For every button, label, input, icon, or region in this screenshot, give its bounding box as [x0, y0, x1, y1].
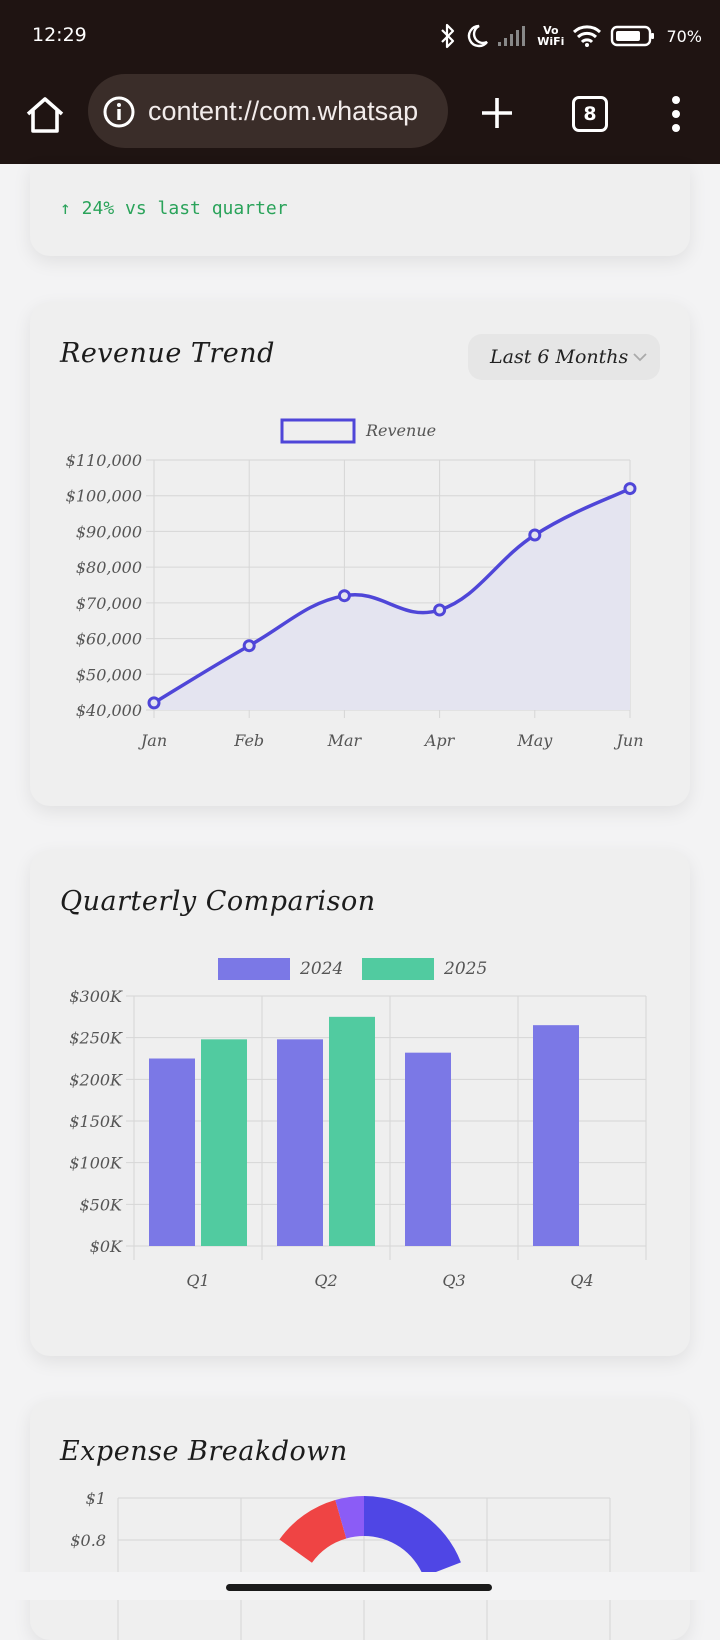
bar-2024-Q2 — [277, 1039, 323, 1246]
battery-percent: 70% — [666, 26, 702, 46]
y-tick-label: $70,000 — [76, 594, 142, 613]
tabs-button[interactable]: 8 — [572, 96, 608, 132]
kpi-card: ↑ 24% vs last quarter — [30, 164, 690, 256]
x-tick-label: Apr — [423, 731, 456, 750]
moon-icon — [468, 24, 489, 48]
vowifi-bottom: WiFi — [537, 35, 565, 48]
kpi-change: ↑ 24% vs last quarter — [60, 198, 288, 219]
y-tick-label: $60,000 — [76, 630, 142, 649]
status-time: 12:29 — [32, 24, 87, 46]
bar-2024-Q4 — [533, 1025, 579, 1246]
legend-label-revenue: Revenue — [365, 421, 436, 440]
y-tick-label: $0K — [90, 1237, 123, 1256]
x-tick-label: Q4 — [570, 1271, 593, 1290]
quarterly-comparison-card: Quarterly Comparison 2024 2025 $0K $50K $100… — [30, 850, 690, 1356]
plus-icon[interactable] — [476, 92, 518, 134]
revenue-point — [242, 639, 256, 653]
bar-2025-Q2 — [329, 1016, 375, 1246]
bar-2025-Q1 — [201, 1039, 247, 1246]
y-tick-label: $40,000 — [76, 701, 142, 720]
y-tick-label: $250K — [69, 1029, 123, 1048]
revenue-line-chart: Revenue $40,000 $50,000 $60,000 $70,000 $80,0… — [66, 418, 644, 750]
menu-icon[interactable] — [666, 92, 686, 136]
y-tick-label: $150K — [69, 1112, 123, 1131]
y-tick-label: $200K — [69, 1070, 123, 1089]
y-tick-label: $1 — [86, 1489, 106, 1508]
x-tick-label: Q1 — [186, 1271, 209, 1290]
x-tick-label: Feb — [233, 731, 264, 750]
revenue-point — [623, 482, 637, 496]
y-tick-label: $110,000 — [66, 451, 142, 470]
legend-swatch-2024 — [218, 958, 290, 980]
bar-2024-Q1 — [149, 1058, 195, 1246]
pie-slice — [364, 1496, 461, 1577]
x-tick-label: May — [516, 731, 553, 750]
revenue-point — [528, 528, 542, 542]
status-icons: Vo WiFi 70% — [439, 20, 702, 52]
battery-icon — [611, 25, 655, 47]
address-bar[interactable]: content://com.whatsap — [88, 74, 448, 148]
gesture-nav-handle[interactable] — [226, 1584, 492, 1591]
signal-icon — [498, 26, 526, 46]
y-tick-label: $300K — [69, 987, 123, 1006]
legend-label-2024: 2024 — [299, 959, 343, 979]
home-icon[interactable] — [22, 92, 68, 138]
x-tick-label: Mar — [327, 731, 363, 750]
x-tick-label: Q2 — [314, 1271, 337, 1290]
revenue-point — [433, 603, 447, 617]
y-tick-label: $50K — [80, 1195, 124, 1214]
legend-swatch-revenue — [280, 418, 356, 444]
quarterly-bar-chart: 2024 2025 $0K $50K $100K $150K $200K $250K $300K… — [69, 958, 647, 1290]
y-tick-label: $100,000 — [66, 487, 142, 506]
expense-breakdown-card: Expense Breakdown $1 $0.8 — [30, 1400, 690, 1640]
legend-swatch-2025 — [362, 958, 434, 980]
x-tick-label: Jan — [138, 731, 167, 750]
info-icon[interactable] — [102, 95, 136, 129]
wifi-icon — [573, 25, 602, 47]
x-tick-label: Jun — [613, 731, 643, 750]
revenue-trend-card: Revenue Trend Last 6 Months Revenue $40,0… — [30, 302, 690, 806]
status-bar: 12:29 Vo WiFi 70% — [0, 0, 720, 74]
pie-slice — [279, 1500, 347, 1563]
y-tick-label: $80,000 — [76, 558, 142, 577]
bar-2024-Q3 — [405, 1052, 451, 1246]
browser-toolbar: content://com.whatsap 8 — [0, 74, 720, 164]
y-tick-label: $0.8 — [70, 1531, 106, 1550]
y-tick-label: $100K — [69, 1154, 123, 1173]
legend-label-2025: 2025 — [443, 959, 487, 979]
url-text[interactable]: content://com.whatsap — [148, 96, 438, 127]
revenue-point — [337, 589, 351, 603]
x-tick-label: Q3 — [442, 1271, 465, 1290]
expense-pie-chart: $1 $0.8 — [70, 1489, 611, 1640]
bluetooth-icon — [441, 23, 455, 49]
y-tick-label: $90,000 — [76, 522, 142, 541]
y-tick-label: $50,000 — [76, 665, 142, 684]
revenue-point — [147, 696, 161, 710]
vowifi-icon: Vo WiFi — [537, 25, 564, 47]
